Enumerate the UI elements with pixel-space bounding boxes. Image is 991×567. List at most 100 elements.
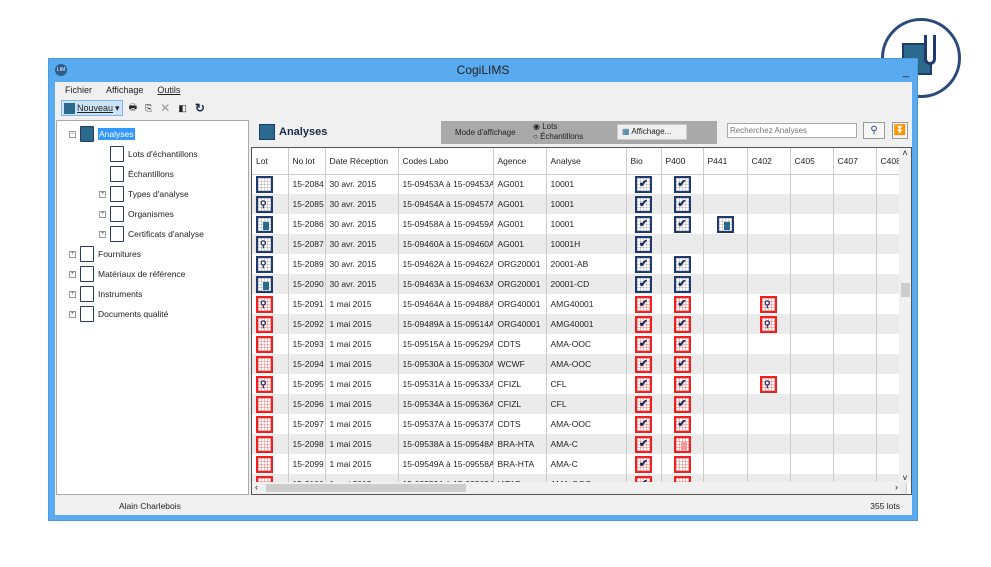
table-row[interactable]: 15-208930 avr. 201515-09462A à 15-09462A…: [252, 254, 907, 274]
status-check-icon[interactable]: ✔: [635, 175, 652, 193]
horizontal-scrollbar[interactable]: ‹ ›: [252, 482, 901, 494]
status-check-icon[interactable]: ✔: [635, 435, 652, 453]
status-check-icon[interactable]: ✔: [635, 215, 652, 233]
column-header[interactable]: No lot: [288, 148, 326, 175]
status-grid-icon[interactable]: [256, 455, 273, 473]
radio-echantillons[interactable]: ○ Échantillons: [533, 132, 583, 141]
column-header[interactable]: Lot: [252, 148, 289, 175]
status-partial-icon[interactable]: [673, 435, 691, 453]
table-row[interactable]: 15-2084 30 avr. 2015 15-09453A à 15-09453A…: [252, 174, 907, 194]
expand-icon[interactable]: +: [99, 190, 106, 198]
status-probe-icon[interactable]: [256, 235, 273, 253]
status-probe-icon[interactable]: [256, 315, 273, 333]
status-check-icon[interactable]: ✔: [635, 375, 652, 393]
table-row[interactable]: 15-20911 mai 201515-09464A à 15-09488AOR…: [252, 294, 907, 314]
tree-item[interactable]: + Matériaux de référence: [69, 265, 185, 283]
delete-icon[interactable]: ✕: [158, 100, 172, 116]
table-row[interactable]: 15-2098 1 mai 2015 15-09538A à 15-09548A BR…: [252, 434, 907, 454]
export-icon[interactable]: ⎘: [143, 100, 154, 116]
column-header[interactable]: P400: [661, 148, 704, 175]
column-header[interactable]: Codes Labo: [398, 148, 494, 175]
status-probe-icon[interactable]: [256, 295, 273, 313]
status-check-icon[interactable]: ✔: [673, 375, 691, 393]
table-row[interactable]: 15-208530 avr. 201515-09454A à 15-09457A…: [252, 194, 907, 214]
status-probe-icon[interactable]: [256, 195, 273, 213]
column-header[interactable]: C407: [833, 148, 877, 175]
status-probe-icon[interactable]: [256, 375, 273, 393]
status-check-icon[interactable]: ✔: [635, 455, 652, 473]
status-check-icon[interactable]: ✔: [673, 215, 691, 233]
print-icon[interactable]: 🖶: [127, 100, 140, 116]
status-grid-icon[interactable]: [256, 415, 273, 433]
column-header[interactable]: Agence: [493, 148, 547, 175]
column-header[interactable]: C405: [790, 148, 834, 175]
app-icon[interactable]: LIM: [55, 64, 67, 76]
tree-item[interactable]: − Analyses: [69, 125, 135, 143]
table-row[interactable]: 15-208730 avr. 201515-09460A à 15-09460A…: [252, 234, 907, 254]
minimize-button[interactable]: _: [903, 66, 909, 78]
collapse-icon[interactable]: −: [69, 130, 76, 138]
search-button[interactable]: ⚲: [863, 122, 885, 139]
tree-item[interactable]: + Organismes: [99, 205, 174, 223]
expand-icon[interactable]: +: [99, 210, 106, 218]
status-partial-icon[interactable]: [256, 275, 273, 293]
menu-fichier[interactable]: Fichier: [65, 85, 92, 95]
table-row[interactable]: 15-2097 1 mai 2015 15-09537A à 15-09537A CD…: [252, 414, 907, 434]
status-check-icon[interactable]: ✔: [673, 355, 691, 373]
status-check-icon[interactable]: ✔: [635, 395, 652, 413]
tree-item[interactable]: + Types d'analyse: [99, 185, 189, 203]
table-row[interactable]: 15-20951 mai 201515-09531A à 15-09533ACF…: [252, 374, 907, 394]
status-probe-icon[interactable]: [256, 255, 273, 273]
status-check-icon[interactable]: ✔: [673, 395, 691, 413]
panel-icon[interactable]: ◧: [176, 100, 189, 116]
status-check-icon[interactable]: ✔: [673, 335, 691, 353]
status-check-icon[interactable]: ✔: [635, 235, 652, 253]
expand-icon[interactable]: +: [99, 230, 106, 238]
status-grid-icon[interactable]: [256, 175, 273, 193]
status-check-icon[interactable]: ✔: [635, 295, 652, 313]
status-grid-icon[interactable]: [673, 455, 691, 473]
new-button[interactable]: Nouveau ▾: [61, 100, 123, 116]
dropdown-arrow-icon[interactable]: ▾: [115, 103, 120, 114]
status-partial-icon[interactable]: [256, 215, 273, 233]
expand-icon[interactable]: +: [69, 270, 76, 278]
tree-item[interactable]: + Certificats d'analyse: [99, 225, 204, 243]
column-header[interactable]: Bio: [626, 148, 662, 175]
status-probe-icon[interactable]: [760, 375, 777, 393]
status-probe-icon[interactable]: [760, 295, 777, 313]
display-button[interactable]: ▦ Affichage...: [617, 124, 687, 140]
status-check-icon[interactable]: ✔: [635, 355, 652, 373]
expand-button[interactable]: ⏬: [892, 122, 908, 139]
status-check-icon[interactable]: ✔: [673, 195, 691, 213]
status-grid-icon[interactable]: [256, 335, 273, 353]
status-check-icon[interactable]: ✔: [673, 275, 691, 293]
expand-icon[interactable]: +: [69, 250, 76, 258]
status-grid-icon[interactable]: [256, 355, 273, 373]
search-input[interactable]: [727, 123, 857, 138]
refresh-icon[interactable]: ↻: [193, 100, 207, 116]
tree-item[interactable]: + Documents qualité: [69, 305, 168, 323]
table-row[interactable]: 15-2090 30 avr. 2015 15-09463A à 15-09463A…: [252, 274, 907, 294]
status-check-icon[interactable]: ✔: [635, 335, 652, 353]
table-row[interactable]: 15-2099 1 mai 2015 15-09549A à 15-09558A BR…: [252, 454, 907, 474]
table-row[interactable]: 15-2086 30 avr. 2015 15-09458A à 15-09459A…: [252, 214, 907, 234]
column-header[interactable]: Analyse: [546, 148, 627, 175]
radio-lots[interactable]: ◉ Lots: [533, 122, 557, 131]
column-header[interactable]: Date Réception: [325, 148, 399, 175]
status-check-icon[interactable]: ✔: [635, 195, 652, 213]
table-row[interactable]: 15-2093 1 mai 2015 15-09515A à 15-09529A CD…: [252, 334, 907, 354]
status-probe-icon[interactable]: [760, 315, 777, 333]
tree-item[interactable]: Lots d'échantillons: [99, 145, 198, 163]
status-check-icon[interactable]: ✔: [673, 175, 691, 193]
status-grid-icon[interactable]: [256, 395, 273, 413]
status-check-icon[interactable]: ✔: [673, 255, 691, 273]
status-check-icon[interactable]: ✔: [635, 315, 652, 333]
status-check-icon[interactable]: ✔: [635, 415, 652, 433]
status-check-icon[interactable]: ✔: [673, 295, 691, 313]
status-partial-icon[interactable]: [716, 215, 734, 233]
status-check-icon[interactable]: ✔: [635, 255, 652, 273]
menu-outils[interactable]: Outils: [157, 85, 180, 95]
tree-item[interactable]: Échantillons: [99, 165, 174, 183]
column-header[interactable]: P441: [703, 148, 748, 175]
table-row[interactable]: 15-2094 1 mai 2015 15-09530A à 15-09530A WC…: [252, 354, 907, 374]
